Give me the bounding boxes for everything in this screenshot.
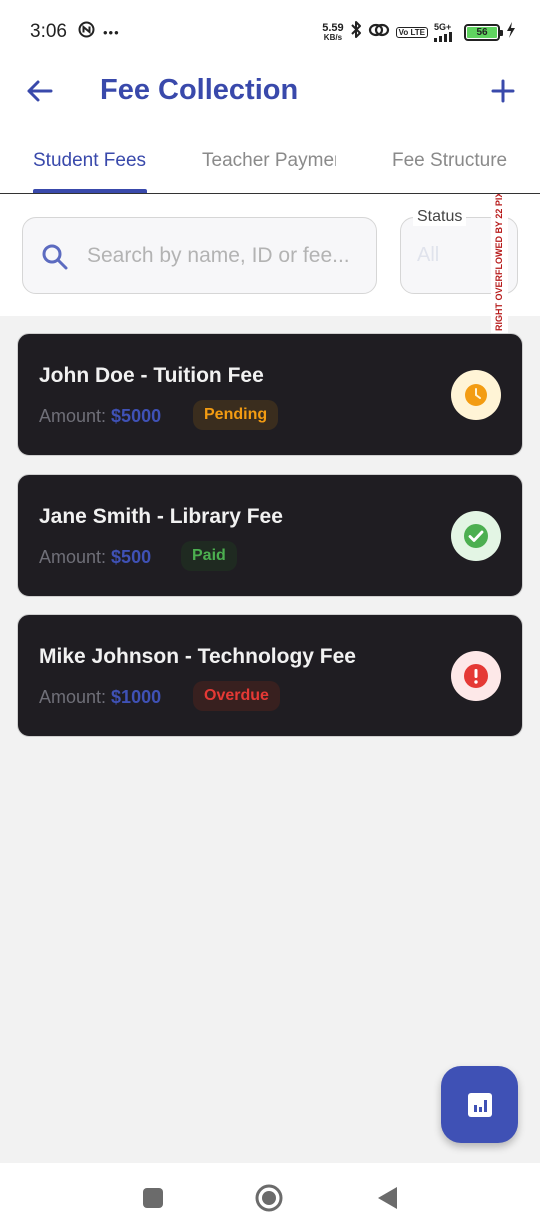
fee-card[interactable]: John Doe - Tuition Fee Amount: $5000 Pen… [17, 333, 523, 456]
back-button[interactable] [22, 74, 56, 108]
battery-icon: 56 [464, 23, 503, 41]
overflow-warning: RIGHT OVERFLOWED BY 22 PIXELS [491, 194, 508, 334]
analytics-icon [467, 1092, 492, 1117]
page-title: Fee Collection [100, 74, 299, 106]
more-dots-icon: ••• [103, 24, 120, 40]
signal-icon: 5G+ [434, 22, 458, 42]
analytics-fab[interactable] [441, 1066, 518, 1143]
home-button[interactable] [254, 1183, 284, 1213]
search-input[interactable] [87, 238, 362, 274]
fee-title: Mike Johnson - Technology Fee [39, 645, 356, 668]
triangle-back-icon [378, 1187, 397, 1209]
bluetooth-icon [350, 20, 362, 44]
status-left-icons: ••• [78, 21, 120, 43]
fee-card[interactable]: Jane Smith - Library Fee Amount: $500 Pa… [17, 474, 523, 597]
status-right-icons: 5.59 KB/s Vo LTE 5G+ 56 [322, 20, 516, 44]
link-icon [368, 22, 390, 43]
net-speed: 5.59 KB/s [322, 21, 344, 42]
fee-title: Jane Smith - Library Fee [39, 505, 283, 528]
fee-card[interactable]: Mike Johnson - Technology Fee Amount: $1… [17, 614, 523, 737]
volte-badge: Vo LTE [395, 26, 428, 38]
fee-amount: $5000 [111, 406, 162, 426]
status-indicator [451, 651, 501, 701]
tab-fee-structure[interactable]: Fee Structure [392, 150, 507, 172]
status-badge: Overdue [193, 681, 280, 711]
fee-title: John Doe - Tuition Fee [39, 364, 264, 387]
tab-indicator [33, 189, 147, 193]
status-indicator [451, 511, 501, 561]
tab-bar: Student Fees Teacher Payments Fee Struct… [0, 126, 540, 194]
status-bar: 3:06 ••• 5.59 KB/s Vo LTE 5G+ 56 [0, 0, 540, 60]
recents-button[interactable] [138, 1183, 168, 1213]
status-label: Status [413, 208, 467, 226]
fee-amount: $1000 [111, 687, 162, 707]
filter-row: Status All [0, 194, 540, 316]
battery-level: 56 [467, 26, 497, 38]
error-icon [464, 664, 488, 688]
search-box[interactable] [22, 217, 377, 294]
arrow-left-icon [27, 80, 53, 102]
status-badge: Pending [193, 400, 279, 430]
check-circle-icon [464, 524, 488, 548]
nfc-icon [78, 21, 95, 43]
app-screen: 3:06 ••• 5.59 KB/s Vo LTE 5G+ 56 Fee Col… [0, 0, 540, 1230]
tab-teacher-payments[interactable]: Teacher Payments [202, 150, 336, 172]
status-badge: Paid [181, 541, 237, 571]
status-time: 3:06 [30, 21, 67, 42]
square-icon [143, 1188, 163, 1208]
search-icon [42, 244, 68, 270]
status-value: All [417, 244, 440, 266]
fee-amount-row: Amount: $1000 [39, 687, 162, 707]
back-nav-button[interactable] [372, 1183, 402, 1213]
charging-icon [506, 21, 516, 43]
home-circle-icon [255, 1184, 283, 1212]
plus-icon [491, 79, 515, 103]
fee-amount: $500 [111, 547, 152, 567]
fee-amount-row: Amount: $5000 [39, 406, 162, 426]
tab-student-fees[interactable]: Student Fees [33, 150, 146, 172]
clock-icon [465, 384, 487, 406]
add-fee-button[interactable] [486, 74, 520, 108]
system-nav-bar [0, 1163, 540, 1230]
status-indicator [451, 370, 501, 420]
app-bar: Fee Collection [0, 60, 540, 126]
fee-amount-row: Amount: $500 [39, 547, 152, 567]
